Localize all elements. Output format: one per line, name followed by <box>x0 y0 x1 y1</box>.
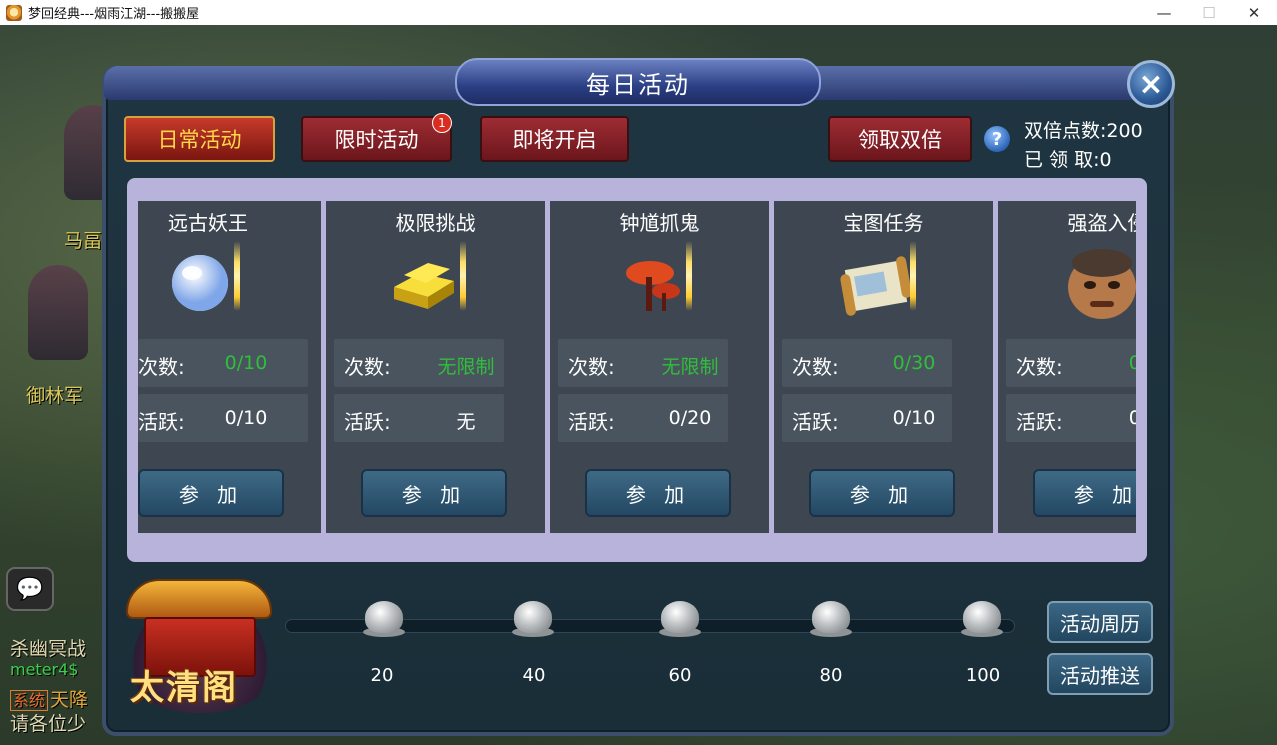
claimed-text: 已 领 取:0 <box>1024 149 1112 171</box>
minimize-button[interactable]: — <box>1141 0 1187 25</box>
active-label: 活跃: <box>568 410 615 434</box>
window-close-button[interactable]: ✕ <box>1231 0 1277 25</box>
npc-name: 马畐 <box>64 230 103 252</box>
active-label: 活跃: <box>1016 410 1063 434</box>
window-titlebar: 梦回经典---烟雨江湖---搬搬屋 — ☐ ✕ <box>0 0 1277 25</box>
chat-icon: 💬 <box>16 576 44 602</box>
window-title: 梦回经典---烟雨江湖---搬搬屋 <box>28 7 200 22</box>
help-icon[interactable]: ? <box>984 126 1010 152</box>
chat-line: meter4$ <box>10 660 79 679</box>
reward-chest-icon[interactable] <box>957 595 1007 641</box>
claim-double-button[interactable]: 领取双倍 <box>828 116 972 162</box>
milestone-label: 60 <box>668 665 692 686</box>
count-value: 0/10 <box>224 352 268 374</box>
activity-push-button[interactable]: 活动推送 <box>1047 653 1153 695</box>
reward-chest-icon[interactable] <box>655 595 705 641</box>
pavilion-title: 太清阁 <box>130 668 238 708</box>
chat-line: 系统 天降 <box>10 685 88 712</box>
dialog-title: 每日活动 <box>455 58 821 106</box>
tab-limited-activities[interactable]: 限时活动 <box>301 116 452 162</box>
activity-name: 宝图任务 <box>843 211 924 235</box>
activity-calendar-button[interactable]: 活动周历 <box>1047 601 1153 643</box>
activity-list[interactable]: 远古妖王 次数: 0/10 活跃: 0/10 参 加 极限挑战 次数: 无限制 … <box>138 201 1136 533</box>
activity-name: 远古妖王 <box>168 211 248 235</box>
reward-chest-icon[interactable] <box>508 595 558 641</box>
maximize-button[interactable]: ☐ <box>1186 0 1232 25</box>
milestone-label: 40 <box>522 665 546 686</box>
count-label: 次数: <box>344 355 391 379</box>
count-value: 无限制 <box>661 356 719 378</box>
active-label: 活跃: <box>138 410 185 434</box>
activity-card: 钟馗抓鬼 次数: 无限制 活跃: 0/20 参 加 <box>550 201 769 533</box>
count-label: 次数: <box>792 355 839 379</box>
notification-badge: 1 <box>432 113 452 133</box>
active-label: 活跃: <box>344 410 391 434</box>
tab-daily-activities[interactable]: 日常活动 <box>124 116 275 162</box>
chat-line: 请各位少 <box>10 713 87 735</box>
treasure-map-scroll-icon <box>838 235 920 319</box>
join-button[interactable]: 参 加 <box>585 469 731 517</box>
close-dialog-button[interactable]: × <box>1127 60 1175 108</box>
count-label: 次数: <box>1016 355 1063 379</box>
active-value: 0/10 <box>892 407 936 429</box>
close-icon: × <box>1138 66 1164 102</box>
count-value: 0/30 <box>892 352 936 374</box>
count-label: 次数: <box>138 355 185 379</box>
app-icon <box>6 4 22 21</box>
system-tag: 系统 <box>10 690 49 711</box>
activity-card: 极限挑战 次数: 无限制 活跃: 无 参 加 <box>326 201 545 533</box>
npc-sprite <box>28 265 88 360</box>
tab-upcoming[interactable]: 即将开启 <box>480 116 629 162</box>
reward-chest-icon[interactable] <box>359 595 409 641</box>
join-button[interactable]: 参 加 <box>361 469 507 517</box>
active-value: 无 <box>456 411 476 433</box>
chat-bubble-button[interactable]: 💬 <box>6 567 54 611</box>
join-button[interactable]: 参 加 <box>138 469 284 517</box>
gold-bars-icon <box>390 235 472 319</box>
count-value: 0/ <box>1128 352 1136 374</box>
activity-name: 钟馗抓鬼 <box>619 211 700 235</box>
active-value: 0/20 <box>668 407 712 429</box>
milestone-label: 20 <box>370 665 394 686</box>
npc-name: 御林军 <box>26 385 84 407</box>
activity-name: 极限挑战 <box>395 211 476 235</box>
crystal-orb-icon <box>166 235 248 319</box>
active-label: 活跃: <box>792 410 839 434</box>
join-button[interactable]: 参 加 <box>1033 469 1136 517</box>
milestone-label: 100 <box>965 665 1001 686</box>
join-button[interactable]: 参 加 <box>809 469 955 517</box>
chat-line: 杀幽冥战 <box>10 638 87 660</box>
double-points-text: 双倍点数:200 <box>1024 120 1143 142</box>
active-value: 0/10 <box>224 407 268 429</box>
reward-chest-icon[interactable] <box>806 595 856 641</box>
red-mushroom-icon <box>620 235 702 319</box>
milestone-label: 80 <box>819 665 843 686</box>
count-label: 次数: <box>568 355 615 379</box>
bandit-face-icon <box>1058 235 1136 319</box>
active-value: 0/ <box>1128 407 1136 429</box>
activity-name: 强盗入侵 <box>1067 211 1137 235</box>
count-value: 无限制 <box>437 356 495 378</box>
activity-card: 宝图任务 次数: 0/30 活跃: 0/10 参 加 <box>774 201 993 533</box>
activity-card: 强盗入侵 次数: 0/ 活跃: 0/ 参 加 <box>998 201 1136 533</box>
activity-card: 远古妖王 次数: 0/10 活跃: 0/10 参 加 <box>138 201 321 533</box>
